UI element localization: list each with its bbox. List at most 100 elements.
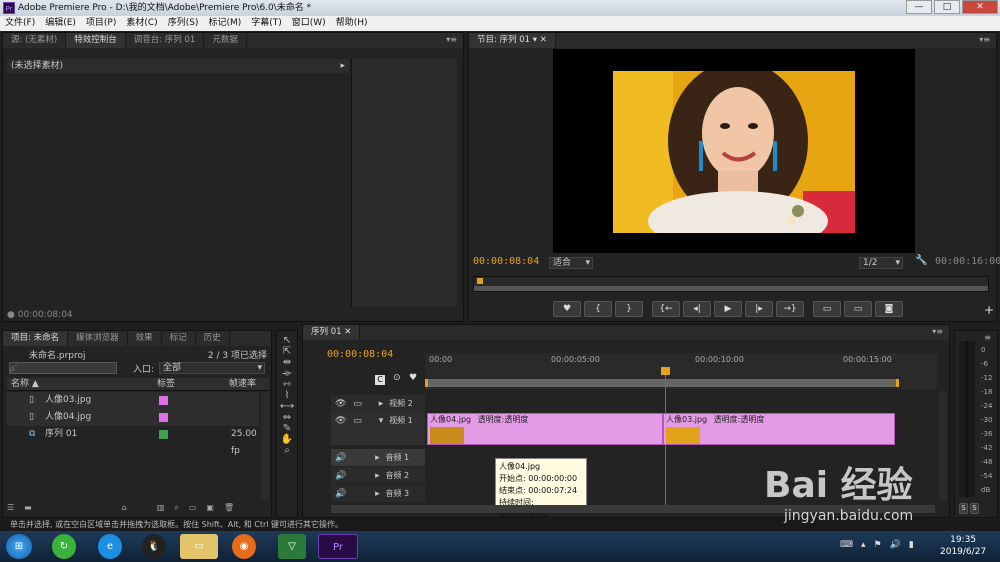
app-browser-icon[interactable]: e: [98, 534, 122, 559]
tab-audio-mixer[interactable]: 调音台: 序列 01: [126, 33, 205, 48]
extract-button[interactable]: ▭: [844, 301, 872, 317]
menu-window[interactable]: 窗口(W): [287, 16, 331, 31]
expand-triangle-icon[interactable]: ▸: [379, 399, 384, 409]
timeline-clip[interactable]: 人像04.jpg 透明度:透明度: [427, 413, 663, 445]
selection-tool-icon[interactable]: ↖: [277, 335, 297, 346]
razor-tool-icon[interactable]: ⌇: [277, 390, 297, 401]
lift-button[interactable]: ▭: [813, 301, 841, 317]
panel-menu-icon[interactable]: ▾≡: [932, 327, 943, 336]
marker-icon[interactable]: ♥: [409, 373, 417, 383]
expand-triangle-icon[interactable]: ▸: [375, 453, 380, 463]
clock[interactable]: 19:35 2019/6/27: [940, 534, 986, 558]
chevron-up-icon[interactable]: ▴: [861, 540, 866, 550]
tab-project[interactable]: 项目: 未命名: [3, 331, 69, 346]
zoom-scrollbar[interactable]: [474, 286, 988, 291]
program-time-ruler[interactable]: [473, 276, 989, 292]
tab-effect-controls[interactable]: 特效控制台: [66, 33, 126, 48]
work-area-bar[interactable]: [425, 379, 899, 387]
timeline-current-timecode[interactable]: 00:00:08:04: [327, 349, 393, 360]
film-icon[interactable]: ▭: [353, 399, 362, 409]
tab-source[interactable]: 源: (无素材): [3, 33, 67, 48]
automate-icon[interactable]: ▥: [157, 503, 165, 515]
tab-effects[interactable]: 效果: [128, 331, 162, 346]
menu-title[interactable]: 字幕(T): [246, 16, 287, 31]
slide-tool-icon[interactable]: ⇔: [277, 412, 297, 423]
panel-menu-icon[interactable]: ▾≡: [979, 35, 990, 44]
tab-markers[interactable]: 标记: [162, 331, 196, 346]
firefox-icon[interactable]: ◉: [232, 534, 256, 559]
menu-marker[interactable]: 标记(M): [203, 16, 246, 31]
play-button[interactable]: ▶: [714, 301, 742, 317]
step-back-button[interactable]: ◂|: [683, 301, 711, 317]
pen-tool-icon[interactable]: ✎: [277, 423, 297, 434]
maximize-button[interactable]: □: [934, 0, 960, 14]
menu-clip[interactable]: 素材(C): [121, 16, 162, 31]
speaker-icon[interactable]: 🔊: [335, 489, 346, 499]
track-select-tool-icon[interactable]: ⇱: [277, 346, 297, 357]
tab-media-browser[interactable]: 媒体浏览器: [68, 331, 128, 346]
project-search-input[interactable]: [9, 362, 117, 374]
volume-icon[interactable]: 🔊: [890, 540, 901, 550]
zoom-tool-icon[interactable]: ⌕: [277, 445, 297, 456]
trash-icon[interactable]: 🗑: [224, 503, 234, 515]
tab-history[interactable]: 历史: [196, 331, 230, 346]
slip-tool-icon[interactable]: ⟷: [277, 401, 297, 412]
solo-right-button[interactable]: S: [970, 503, 979, 514]
playhead-marker-icon[interactable]: [477, 278, 483, 284]
rate-stretch-tool-icon[interactable]: ⇿: [277, 379, 297, 390]
minimize-button[interactable]: —: [906, 0, 932, 14]
column-framerate[interactable]: 帧速率: [229, 378, 256, 391]
new-item-icon[interactable]: ▣: [206, 503, 214, 515]
tab-program[interactable]: 节目: 序列 01 ▾ ✕: [469, 33, 556, 48]
step-forward-button[interactable]: |▸: [745, 301, 773, 317]
resolution-dropdown[interactable]: 1/2 ▾: [859, 257, 903, 269]
export-frame-button[interactable]: ◙: [875, 301, 903, 317]
search-icon[interactable]: ⌕: [174, 503, 178, 515]
zoom-slider[interactable]: ⌂: [122, 503, 127, 515]
close-button[interactable]: ✕: [962, 0, 998, 14]
column-name[interactable]: 名称 ▲: [11, 378, 39, 391]
ripple-edit-tool-icon[interactable]: ⇹: [277, 357, 297, 368]
timeline-ruler[interactable]: 00:00 00:00:05:00 00:00:10:00 00:00:15:0…: [425, 353, 937, 389]
speaker-icon[interactable]: 🔊: [335, 471, 346, 481]
go-to-in-button[interactable]: {←: [652, 301, 680, 317]
collapse-triangle-icon[interactable]: ▾: [379, 416, 384, 426]
new-bin-icon[interactable]: ▭: [189, 503, 197, 515]
add-button-icon[interactable]: +: [984, 303, 994, 317]
app-360-icon[interactable]: ↻: [52, 534, 76, 559]
clip-effect[interactable]: 透明度:透明度: [478, 415, 529, 424]
list-view-icon[interactable]: ☰: [7, 503, 14, 515]
mark-in-button[interactable]: {: [584, 301, 612, 317]
clip-effect[interactable]: 透明度:透明度: [714, 415, 765, 424]
film-icon[interactable]: ▭: [353, 416, 362, 426]
add-marker-button[interactable]: ♥: [553, 301, 581, 317]
panel-menu-icon[interactable]: ▾≡: [446, 35, 457, 44]
program-current-timecode[interactable]: 00:00:08:04: [473, 256, 539, 267]
menu-project[interactable]: 项目(P): [81, 16, 121, 31]
list-item[interactable]: ⧉ 序列 01 25.00 fp: [7, 426, 259, 456]
expand-triangle-icon[interactable]: ▸: [375, 471, 380, 481]
snap-icon[interactable]: C: [375, 375, 385, 385]
timeline-clip[interactable]: 人像03.jpg 透明度:透明度: [663, 413, 895, 445]
speaker-icon[interactable]: 🔊: [335, 453, 346, 463]
in-filter-dropdown[interactable]: 全部 ▾: [159, 362, 265, 374]
playhead-handle-icon[interactable]: [661, 367, 670, 375]
tab-metadata[interactable]: 元数据: [204, 33, 247, 48]
column-label[interactable]: 标签: [157, 378, 175, 391]
rolling-edit-tool-icon[interactable]: ⟛: [277, 368, 297, 379]
keyframe-icon[interactable]: ⊙: [393, 373, 401, 383]
app-triangle-icon[interactable]: ▽: [278, 534, 306, 559]
wrench-icon[interactable]: 🔧: [915, 255, 927, 266]
menu-file[interactable]: 文件(F): [0, 16, 40, 31]
go-to-out-button[interactable]: →}: [776, 301, 804, 317]
play-triangle-icon[interactable]: ▸: [340, 59, 345, 73]
file-explorer-icon[interactable]: ▭: [180, 534, 218, 559]
start-button-icon[interactable]: ⊞: [6, 534, 32, 559]
icon-view-icon[interactable]: ▬: [24, 503, 32, 515]
eye-icon[interactable]: 👁: [335, 399, 346, 409]
network-icon[interactable]: ▮: [909, 540, 914, 550]
menu-edit[interactable]: 编辑(E): [40, 16, 81, 31]
list-item[interactable]: ▯ 人像04.jpg: [7, 409, 259, 426]
keyboard-icon[interactable]: ⌨: [840, 540, 853, 550]
fit-dropdown[interactable]: 适合 ▾: [549, 257, 593, 269]
